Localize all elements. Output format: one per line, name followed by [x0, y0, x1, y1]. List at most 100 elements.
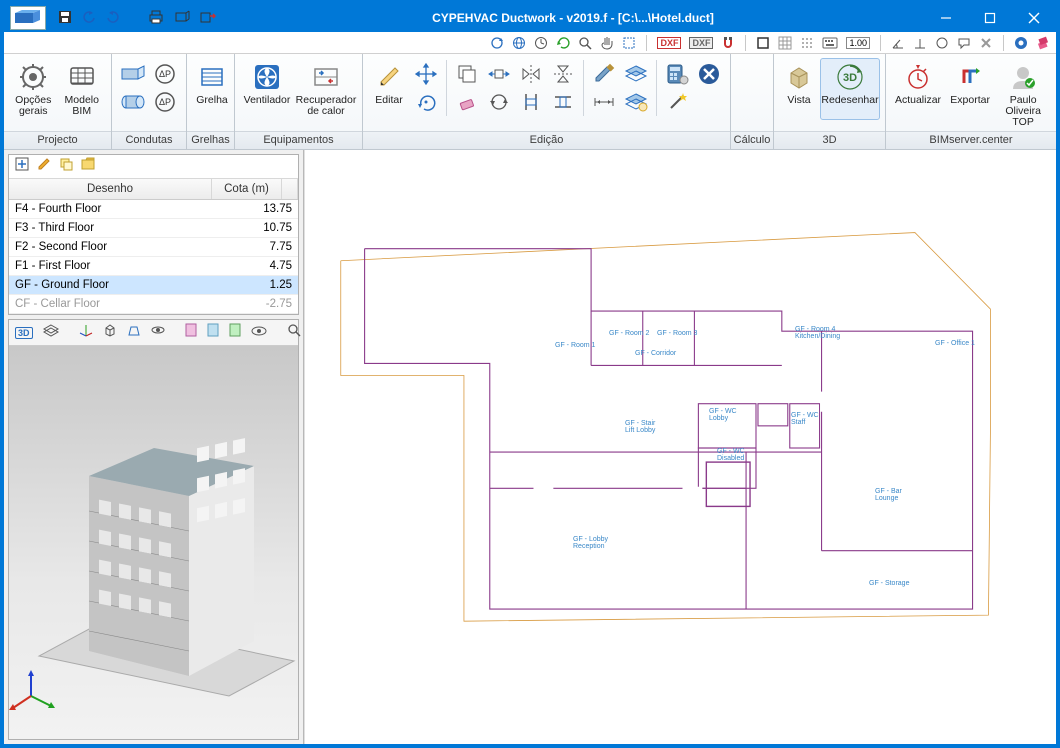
view3d-button[interactable]: Vista [780, 58, 818, 120]
redraw-button[interactable]: 3D Redesenhar [820, 58, 880, 120]
fan-button[interactable]: Ventilador [241, 58, 293, 120]
table-row[interactable]: F4 - Fourth Floor13.75 [9, 200, 298, 219]
svg-text:ΔP: ΔP [159, 69, 171, 79]
ribbon-group-condutas: Condutas [112, 131, 186, 149]
stretch-icon[interactable] [484, 62, 514, 86]
grid-toggle-icon[interactable]: DXF [689, 37, 713, 49]
angle-icon[interactable] [891, 36, 905, 50]
grille-button[interactable]: Grelha [193, 58, 231, 120]
dxf-icon[interactable]: DXF [657, 37, 681, 49]
svg-text:3D: 3D [843, 72, 857, 84]
drawing-canvas[interactable]: GF - Room 1 GF - Room 2 GF - Room 3 GF -… [304, 150, 1056, 744]
redo-icon[interactable] [106, 10, 120, 27]
ribbon-group-equipamentos: Equipamentos [235, 131, 362, 149]
circle-icon[interactable] [935, 36, 949, 50]
ribbon: Opções gerais Modelo BIM Projecto ΔP ΔP [4, 54, 1056, 150]
ruler-icon[interactable]: 1.00 [846, 37, 870, 49]
eye-icon[interactable] [251, 324, 267, 342]
move-icon[interactable] [411, 62, 441, 86]
ribbon-group-3d: 3D [774, 131, 885, 149]
preview-3d[interactable] [9, 346, 298, 739]
clock-icon[interactable] [534, 36, 548, 50]
btn1-icon[interactable] [185, 323, 197, 342]
rotate2-icon[interactable] [484, 90, 514, 114]
align-h-icon[interactable] [548, 90, 578, 114]
perp-icon[interactable] [913, 36, 927, 50]
globe-icon[interactable] [512, 36, 526, 50]
persp-icon[interactable] [127, 323, 141, 342]
snap-icon[interactable] [756, 36, 770, 50]
erase-icon[interactable] [452, 90, 482, 114]
rotate-edit-icon[interactable] [411, 90, 441, 114]
export-icon[interactable] [200, 10, 216, 27]
btn2-icon[interactable] [207, 323, 219, 342]
goto-icon[interactable] [81, 157, 95, 176]
app-icon [10, 6, 46, 30]
zoom-icon[interactable] [578, 36, 592, 50]
cross-icon[interactable] [979, 36, 993, 50]
heat-recovery-button[interactable]: Recuperador de calor [295, 58, 357, 120]
table-row[interactable]: GF - Ground Floor1.25 [9, 276, 298, 295]
align-v-icon[interactable] [516, 90, 546, 114]
edit-item-icon[interactable] [37, 157, 51, 176]
magnet-icon[interactable] [721, 36, 735, 50]
update-button[interactable]: Actualizar [892, 58, 944, 120]
duct-round-icon[interactable] [118, 90, 148, 114]
keyboard-icon[interactable] [822, 37, 838, 49]
delete-icon[interactable] [1036, 36, 1050, 50]
refresh-icon[interactable] [490, 36, 504, 50]
minimize-button[interactable] [924, 4, 968, 32]
col-name[interactable]: Desenho [9, 179, 212, 199]
table-row[interactable]: F3 - Third Floor10.75 [9, 219, 298, 238]
user-button[interactable]: Paulo Oliveira TOP [996, 58, 1050, 131]
measure-icon[interactable] [589, 90, 619, 114]
box-icon[interactable] [174, 10, 190, 27]
copy-item-icon[interactable] [59, 157, 73, 176]
layers2-icon[interactable] [621, 90, 651, 114]
quick-access-toolbar [52, 10, 222, 27]
maximize-button[interactable] [968, 4, 1012, 32]
copy-icon[interactable] [452, 62, 482, 86]
zoom-fit-icon[interactable] [287, 323, 301, 342]
wand-icon[interactable] [662, 90, 692, 114]
title-bar: CYPEHVAC Ductwork - v2019.f - [C:\...\Ho… [4, 4, 1056, 32]
grid-icon[interactable] [778, 36, 792, 50]
undo-icon[interactable] [82, 10, 96, 27]
view-toolbar: DXF DXF 1.00 [4, 32, 1056, 54]
axis-icon[interactable] [79, 323, 93, 342]
edit-button[interactable]: Editar [369, 58, 409, 120]
pan-icon[interactable] [600, 36, 614, 50]
duct-rect-icon[interactable] [118, 62, 148, 86]
layers-toggle-icon[interactable] [43, 323, 59, 342]
layers-icon[interactable] [621, 62, 651, 86]
brush-icon[interactable] [589, 62, 619, 86]
mirror-h-icon[interactable] [548, 62, 578, 86]
table-row[interactable]: CF - Cellar Floor-2.75 [9, 295, 298, 314]
select-rect-icon[interactable] [622, 36, 636, 50]
orbit-icon[interactable] [151, 323, 165, 342]
ribbon-group-bim: BIMserver.center [886, 131, 1056, 149]
pressure-drop2-icon[interactable]: ΔP [150, 90, 180, 114]
v3d-icon[interactable]: 3D [15, 327, 33, 339]
close-button[interactable] [1012, 4, 1056, 32]
svg-text:ΔP: ΔP [159, 97, 171, 107]
error-icon[interactable] [694, 62, 724, 86]
help-icon[interactable] [1014, 36, 1028, 50]
calc-settings-icon[interactable] [662, 62, 692, 86]
mirror-v-icon[interactable] [516, 62, 546, 86]
pressure-drop-icon[interactable]: ΔP [150, 62, 180, 86]
dots-icon[interactable] [800, 36, 814, 50]
general-options-button[interactable]: Opções gerais [10, 58, 57, 120]
export-bim-button[interactable]: Exportar [946, 58, 994, 120]
chat-icon[interactable] [957, 36, 971, 50]
btn3-icon[interactable] [229, 323, 241, 342]
print-icon[interactable] [148, 10, 164, 27]
table-row[interactable]: F1 - First Floor4.75 [9, 257, 298, 276]
rotate-icon[interactable] [556, 36, 570, 50]
save-icon[interactable] [58, 10, 72, 27]
bim-model-button[interactable]: Modelo BIM [59, 58, 106, 120]
cube-icon[interactable] [103, 323, 117, 342]
col-cota[interactable]: Cota (m) [212, 179, 282, 199]
add-icon[interactable] [15, 157, 29, 176]
table-row[interactable]: F2 - Second Floor7.75 [9, 238, 298, 257]
